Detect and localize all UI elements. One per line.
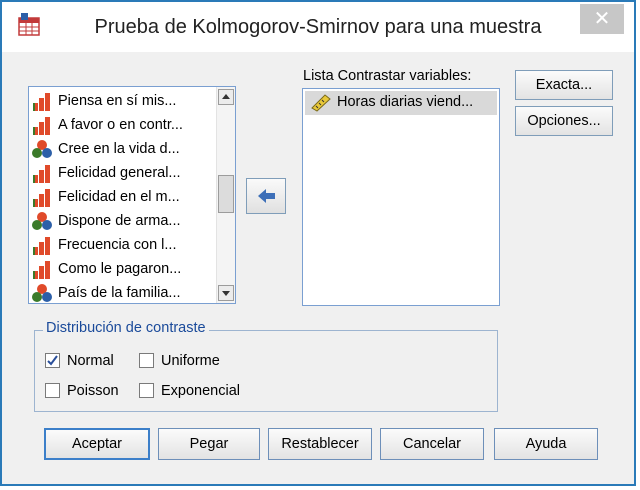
checkbox-box[interactable] [45, 383, 60, 398]
list-item-label: Felicidad general... [58, 165, 181, 181]
list-item[interactable]: Piensa en sí mis... [32, 89, 210, 113]
arrow-left-icon [258, 189, 275, 203]
scroll-up-button[interactable] [218, 89, 234, 105]
ordinal-bar-icon [33, 93, 50, 111]
distribution-group: Distribución de contraste Normal Uniform… [34, 320, 498, 412]
normal-label: Normal [67, 353, 114, 369]
target-list-label: Lista Contrastar variables: [303, 68, 472, 84]
close-button[interactable]: ✕ [580, 4, 624, 34]
list-item[interactable]: Dispone de arma... [32, 209, 210, 233]
test-variable-list[interactable]: Horas diarias viend... [302, 88, 500, 306]
poisson-label: Poisson [67, 383, 119, 399]
list-item[interactable]: Cree en la vida d... [32, 137, 210, 161]
list-item[interactable]: Como le pagaron... [32, 257, 210, 281]
checkbox-box[interactable] [139, 353, 154, 368]
dialog-content: Piensa en sí mis... A favor o en contr..… [10, 54, 626, 478]
exact-button[interactable]: Exacta... [515, 70, 613, 100]
checkmark-icon [47, 355, 58, 366]
checkbox-box[interactable] [45, 353, 60, 368]
uniform-label: Uniforme [161, 353, 220, 369]
list-item[interactable]: Felicidad general... [32, 161, 210, 185]
reset-button[interactable]: Restablecer [268, 428, 372, 460]
scroll-thumb[interactable] [218, 175, 234, 213]
window-title: Prueba de Kolmogorov-Smirnov para una mu… [94, 16, 542, 38]
scroll-down-button[interactable] [218, 285, 234, 301]
source-variable-list[interactable]: Piensa en sí mis... A favor o en contr..… [28, 86, 236, 304]
title-bar: Prueba de Kolmogorov-Smirnov para una mu… [2, 2, 634, 52]
triangle-up-icon [222, 94, 230, 99]
list-item-label: País de la familia... [58, 285, 181, 301]
ordinal-bar-icon [33, 261, 50, 279]
help-button[interactable]: Ayuda [494, 428, 598, 460]
nominal-circles-icon [32, 212, 52, 230]
group-legend: Distribución de contraste [43, 320, 209, 336]
exponential-label: Exponencial [161, 383, 240, 399]
paste-button[interactable]: Pegar [158, 428, 260, 460]
list-item-label: Como le pagaron... [58, 261, 182, 277]
ordinal-bar-icon [33, 117, 50, 135]
list-item-label: Piensa en sí mis... [58, 93, 177, 109]
list-item-label: Horas diarias viend... [337, 94, 474, 110]
source-list-scrollbar[interactable] [216, 87, 235, 303]
list-item[interactable]: A favor o en contr... [32, 113, 210, 137]
ok-button[interactable]: Aceptar [44, 428, 150, 460]
scale-ruler-icon [311, 94, 331, 112]
list-item-label: A favor o en contr... [58, 117, 183, 133]
list-item-label: Felicidad en el m... [58, 189, 180, 205]
ordinal-bar-icon [33, 189, 50, 207]
cancel-button[interactable]: Cancelar [380, 428, 484, 460]
move-variable-button[interactable] [246, 178, 286, 214]
nominal-circles-icon [32, 140, 52, 158]
ordinal-bar-icon [33, 237, 50, 255]
list-item[interactable]: Felicidad en el m... [32, 185, 210, 209]
list-item-label: Frecuencia con l... [58, 237, 177, 253]
ordinal-bar-icon [33, 165, 50, 183]
checkbox-box[interactable] [139, 383, 154, 398]
options-button[interactable]: Opciones... [515, 106, 613, 136]
triangle-down-icon [222, 291, 230, 296]
list-item[interactable]: País de la familia... [32, 281, 210, 303]
dialog-window: Prueba de Kolmogorov-Smirnov para una mu… [0, 0, 636, 486]
list-item-label: Dispone de arma... [58, 213, 181, 229]
list-item-label: Cree en la vida d... [58, 141, 180, 157]
list-item[interactable]: Horas diarias viend... [305, 91, 497, 115]
list-item[interactable]: Frecuencia con l... [32, 233, 210, 257]
nominal-circles-icon [32, 284, 52, 302]
